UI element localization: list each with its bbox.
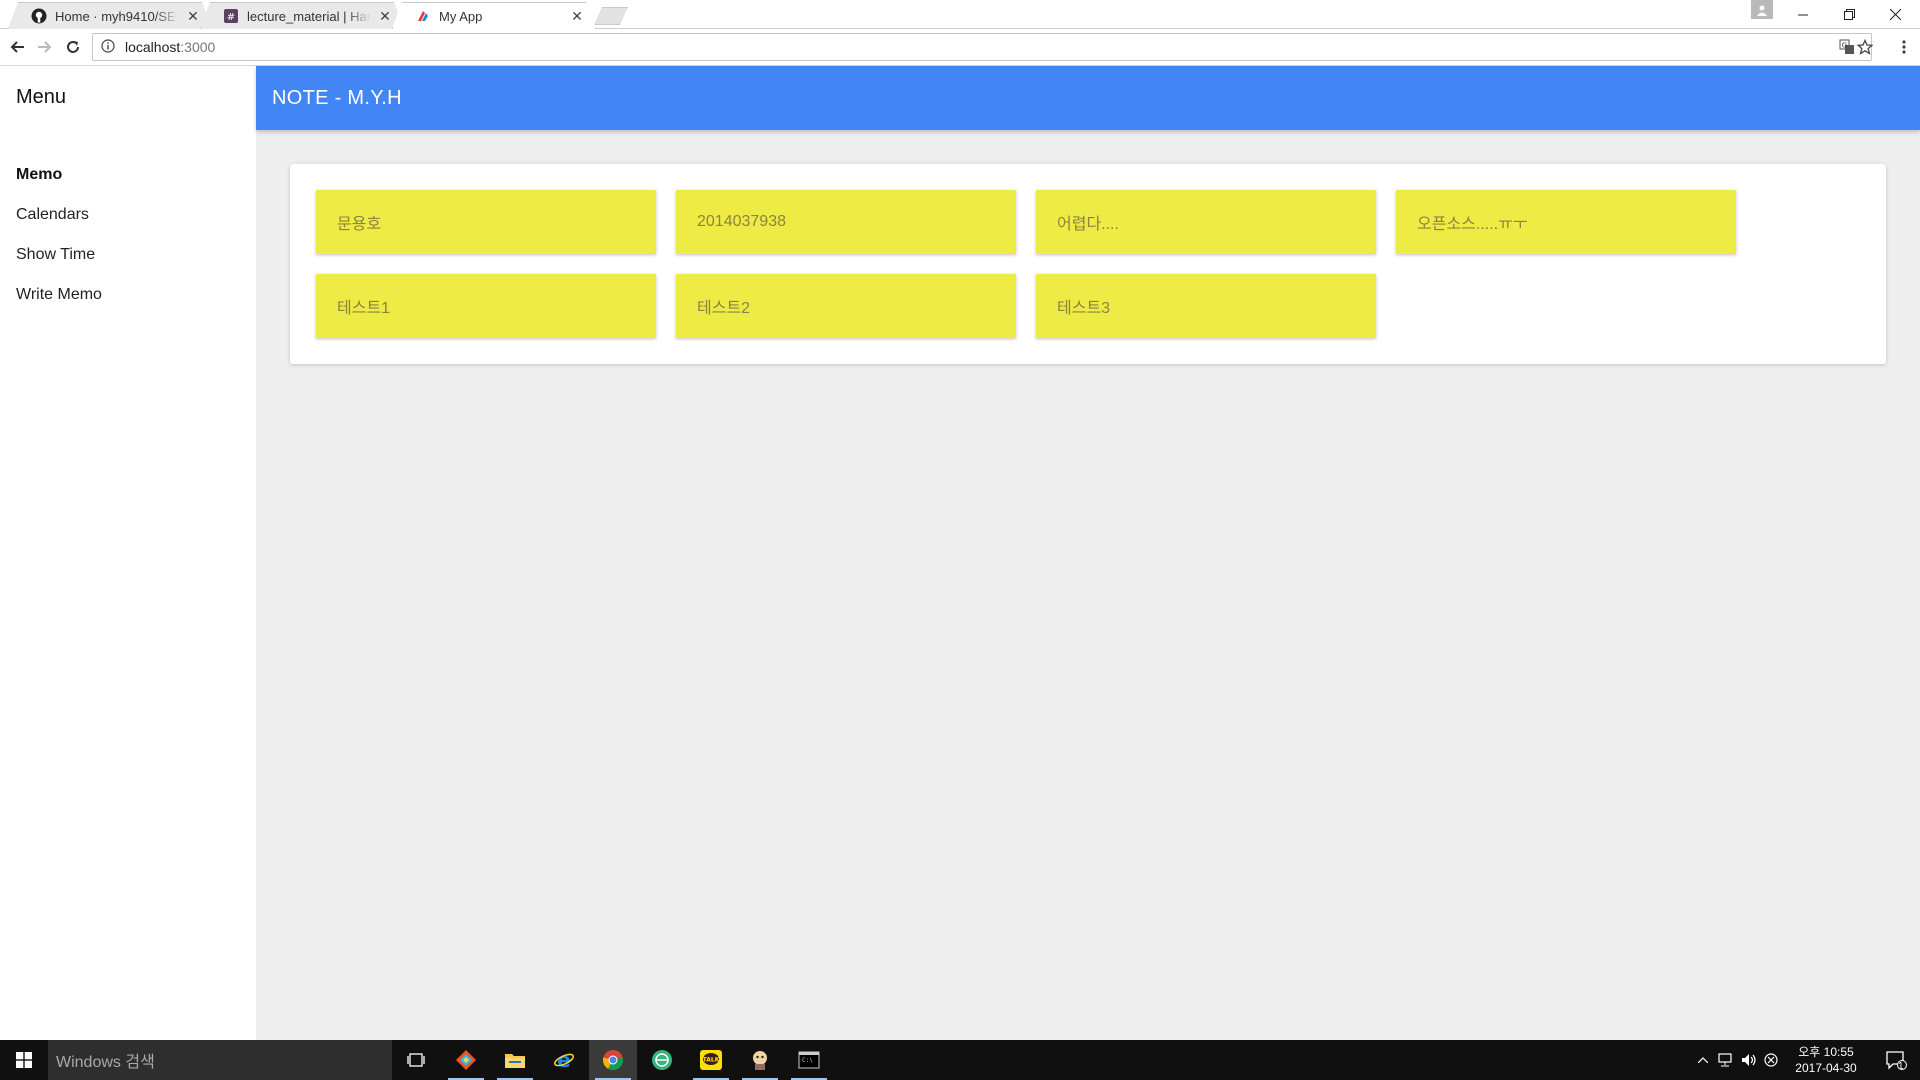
close-icon[interactable]: ✕ <box>185 8 201 24</box>
profile-icon[interactable] <box>1751 0 1773 19</box>
back-arrow-icon[interactable] <box>6 35 30 59</box>
notification-count: 1 <box>1898 1061 1904 1072</box>
app-icon <box>415 8 431 24</box>
sidebar-item-write-memo[interactable]: Write Memo <box>16 286 102 304</box>
forward-arrow-icon[interactable] <box>32 35 56 59</box>
tab-label: Home · myh9410/SE-20 <box>55 8 179 24</box>
new-tab-button[interactable] <box>594 7 628 25</box>
app-root: Menu Memo Calendars Show Time Write Memo… <box>0 66 1920 1040</box>
svg-text:e: e <box>557 1049 571 1071</box>
sidebar-item-show-time[interactable]: Show Time <box>16 246 95 264</box>
memo-note[interactable]: 테스트2 <box>676 274 1016 338</box>
task-view-icon[interactable] <box>392 1040 440 1080</box>
memo-note[interactable]: 문용호 <box>316 190 656 254</box>
tab-my-app[interactable]: My App ✕ <box>392 2 596 29</box>
bookmark-star-icon[interactable] <box>1853 34 1877 60</box>
network-icon[interactable] <box>1714 1040 1736 1080</box>
taskbar-clock[interactable]: 오후 10:55 2017-04-30 <box>1778 1044 1874 1076</box>
sidebar-title: Menu <box>16 86 67 108</box>
minimize-icon[interactable] <box>1780 0 1826 29</box>
svg-text:TALK: TALK <box>703 1057 720 1064</box>
close-icon[interactable]: ✕ <box>569 8 585 24</box>
info-icon[interactable] <box>101 39 117 55</box>
page-title: NOTE - M.Y.H <box>272 87 402 109</box>
window-close-icon[interactable] <box>1872 0 1918 29</box>
address-port: :3000 <box>180 39 216 55</box>
clock-date: 2017-04-30 <box>1795 1061 1857 1075</box>
tab-lecture-material[interactable]: # lecture_material | Hanya ✕ <box>200 2 404 29</box>
app-bar: NOTE - M.Y.H <box>256 66 1920 130</box>
more-menu-icon[interactable] <box>1892 35 1916 59</box>
search-placeholder: Windows 검색 <box>56 1054 155 1071</box>
svg-text:C:\: C:\ <box>802 1057 813 1064</box>
memo-note[interactable]: 테스트3 <box>1036 274 1376 338</box>
file-explorer-icon[interactable] <box>491 1040 539 1080</box>
memo-board: 문용호 2014037938 어렵다.... 오픈소스.....ㅠㅜ 테스트1 … <box>290 164 1886 364</box>
taskbar: Windows 검색 e TALK C:\ 오후 10:55 2017-04-3… <box>0 1040 1920 1080</box>
restore-icon[interactable] <box>1826 0 1872 29</box>
windows-start-icon[interactable] <box>0 1040 48 1080</box>
svg-text:#: # <box>227 12 235 23</box>
address-host: localhost <box>125 39 181 55</box>
reload-icon[interactable] <box>61 35 85 59</box>
app-green-icon[interactable] <box>638 1040 686 1080</box>
memo-note[interactable]: 테스트1 <box>316 274 656 338</box>
memo-note[interactable]: 어렵다.... <box>1036 190 1376 254</box>
notification-center-icon[interactable]: 1 <box>1876 1040 1916 1080</box>
github-icon <box>31 8 47 24</box>
tab-label: My App <box>439 8 483 24</box>
svg-text:G: G <box>1842 42 1847 50</box>
taskbar-search-input[interactable]: Windows 검색 <box>48 1040 392 1080</box>
character-app-icon[interactable] <box>736 1040 784 1080</box>
tab-github[interactable]: Home · myh9410/SE-20 ✕ <box>8 2 212 29</box>
kakaotalk-icon[interactable]: TALK <box>687 1040 735 1080</box>
memo-note[interactable]: 2014037938 <box>676 190 1016 254</box>
internet-explorer-icon[interactable]: e <box>540 1040 588 1080</box>
address-bar[interactable]: localhost:3000 G <box>92 33 1873 61</box>
close-icon[interactable]: ✕ <box>377 8 393 24</box>
chrome-icon[interactable] <box>589 1040 637 1080</box>
git-kraken-icon[interactable] <box>442 1040 490 1080</box>
sidebar-item-memo[interactable]: Memo <box>16 166 62 184</box>
browser-toolbar: localhost:3000 G <box>0 29 1920 66</box>
sidebar: Menu Memo Calendars Show Time Write Memo <box>0 66 256 1040</box>
browser-titlebar: Home · myh9410/SE-20 ✕ # lecture_materia… <box>0 0 1920 29</box>
volume-icon[interactable] <box>1738 1040 1760 1080</box>
terminal-icon[interactable]: C:\ <box>785 1040 833 1080</box>
clock-time: 오후 10:55 <box>1798 1045 1854 1059</box>
memo-note[interactable]: 오픈소스.....ㅠㅜ <box>1396 190 1736 254</box>
sidebar-item-calendars[interactable]: Calendars <box>16 206 89 224</box>
tray-chevron-up-icon[interactable] <box>1694 1040 1712 1080</box>
slack-icon: # <box>223 8 239 24</box>
tab-label: lecture_material | Hanya <box>247 8 367 24</box>
